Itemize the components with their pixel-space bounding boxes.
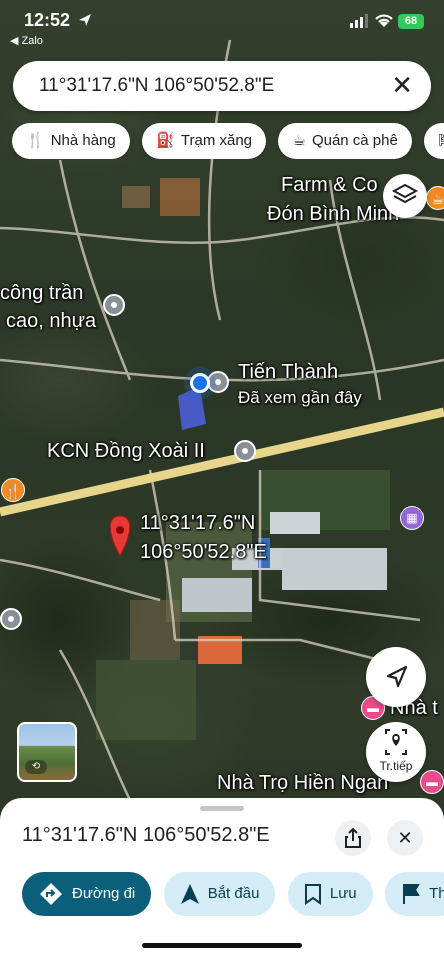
navigation-arrow-icon [386, 665, 408, 688]
action-label: Th [429, 885, 444, 902]
action-buttons: Đường đi Bắt đầu Lưu Th [22, 872, 444, 916]
place-sheet[interactable]: 11°31'17.6"N 106°50'52.8"E ✕ Đường đi Bắ… [0, 798, 444, 960]
recently-viewed-label: Đã xem gần đây [238, 388, 362, 407]
place-label-nha-tro-hien[interactable]: Nhà Trọ Hiền Ngan [217, 772, 388, 795]
close-icon: ✕ [397, 828, 413, 848]
place-marker-icon[interactable] [234, 440, 256, 462]
back-to-app-link[interactable]: ◀ Zalo [10, 34, 43, 47]
cinema-marker-icon[interactable]: ▦ [400, 506, 424, 530]
live-view-label: Tr.tiếp [379, 759, 413, 773]
chip-label: Trạm xăng [180, 132, 253, 149]
search-query[interactable]: 11°31'17.6"N 106°50'52.8"E [39, 75, 274, 97]
chip-gas-stations[interactable]: ⛽ Trạm xăng [142, 123, 267, 159]
place-label-farm-sub[interactable]: Đón Bình Minh [267, 203, 399, 226]
wifi-icon [375, 14, 393, 27]
home-indicator[interactable] [142, 943, 302, 948]
action-label: Lưu [329, 885, 357, 902]
restaurant-marker-icon[interactable]: ☕ [426, 186, 444, 210]
status-bar: 12:52 ◀ Zalo 68 [0, 0, 444, 50]
pin-label-lng: 106°50'52.8"E [140, 541, 267, 563]
place-label-cong-tran[interactable]: công trần [0, 282, 83, 305]
location-arrow-icon [79, 14, 91, 26]
label-button[interactable]: Th [385, 872, 444, 916]
dirt-patch [122, 186, 150, 208]
chip-label: Quán cà phê [311, 132, 398, 149]
action-label: Đường đi [72, 885, 136, 902]
dirt-patch [160, 178, 200, 216]
fork-knife-icon: 🍴 [26, 132, 45, 149]
flag-icon [403, 884, 420, 905]
place-marker-icon[interactable] [207, 371, 229, 393]
category-chips: 🍴 Nhà hàng ⛽ Trạm xăng ☕ Quán cà phê 🛏K [12, 123, 444, 159]
hotel-marker-icon[interactable]: ▬ [420, 770, 444, 794]
place-label-tien-thanh[interactable]: Tiến Thành [238, 361, 338, 384]
place-label-kcn[interactable]: KCN Đồng Xoài II [47, 440, 205, 463]
cellular-signal-icon [350, 14, 368, 28]
place-marker-icon[interactable] [103, 294, 125, 316]
layers-button[interactable] [383, 174, 427, 218]
layers-icon [391, 183, 419, 204]
street-view-thumbnail[interactable]: ⟲ [17, 722, 77, 782]
battery-icon: 68 [398, 14, 424, 29]
gas-station-icon: ⛽ [156, 132, 175, 149]
coffee-cup-icon: ☕ [292, 132, 306, 149]
current-location-icon[interactable] [190, 373, 210, 393]
place-label-cong-tran-sub[interactable]: cao, nhựa [6, 310, 96, 333]
close-icon[interactable]: ✕ [391, 70, 413, 101]
status-time: 12:52 [24, 10, 71, 30]
chip-coffee[interactable]: ☕ Quán cà phê [278, 123, 412, 159]
place-marker-icon[interactable] [0, 608, 22, 630]
live-view-icon [385, 729, 407, 755]
rotate-arrows-icon: ⟲ [25, 760, 47, 774]
search-bar[interactable]: 11°31'17.6"N 106°50'52.8"E ✕ [13, 61, 431, 111]
pin-label-lat: 11°31'17.6"N [140, 512, 256, 534]
chip-label: Nhà hàng [50, 132, 116, 149]
my-location-button[interactable] [366, 647, 426, 707]
directions-button[interactable]: Đường đi [22, 872, 152, 916]
directions-icon [40, 883, 62, 906]
close-sheet-button[interactable]: ✕ [387, 820, 423, 856]
chip-hotels[interactable]: 🛏K [424, 123, 444, 159]
navigation-arrow-icon [180, 884, 199, 905]
live-view-button[interactable]: Tr.tiếp [366, 722, 426, 782]
bookmark-icon [304, 884, 321, 905]
start-button[interactable]: Bắt đầu [163, 872, 276, 916]
share-icon [345, 827, 361, 848]
chip-restaurants[interactable]: 🍴 Nhà hàng [12, 123, 130, 159]
field-patch [96, 660, 196, 740]
action-label: Bắt đầu [207, 885, 260, 902]
place-label-farm[interactable]: Farm & Co [281, 174, 378, 197]
save-button[interactable]: Lưu [287, 872, 373, 916]
share-button[interactable] [335, 820, 371, 856]
dropped-pin[interactable] [109, 515, 131, 558]
bed-icon: 🛏 [438, 132, 444, 149]
restaurant-marker-icon[interactable]: 🍴 [1, 478, 25, 502]
sheet-drag-handle[interactable] [200, 806, 244, 811]
sheet-title-coordinates: 11°31'17.6"N 106°50'52.8"E [22, 824, 270, 846]
